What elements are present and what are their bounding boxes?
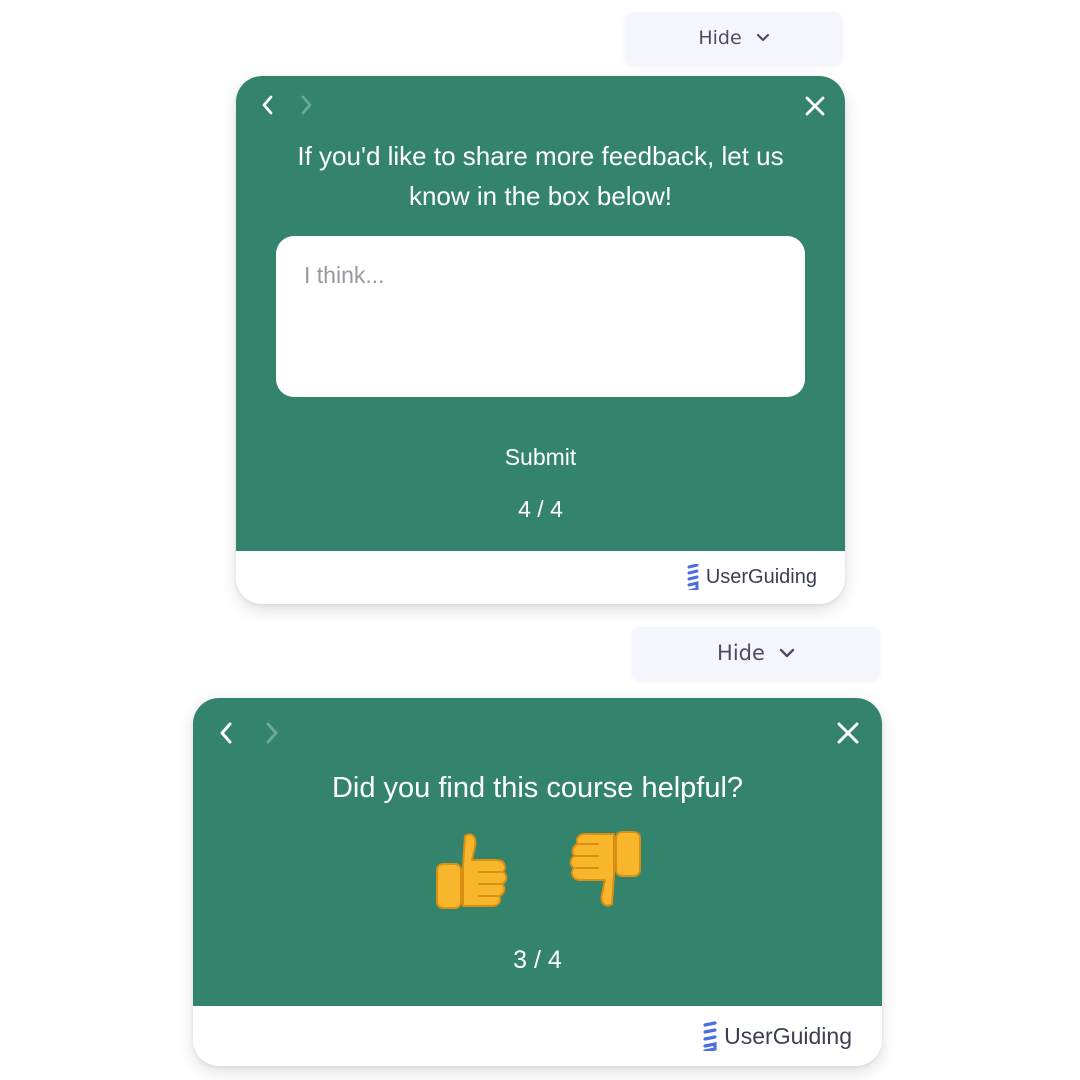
feedback-textbox[interactable] xyxy=(276,236,805,397)
submit-button[interactable]: Submit xyxy=(236,440,845,474)
forward-arrow-icon xyxy=(301,95,312,115)
close-icon[interactable] xyxy=(836,721,860,745)
card-body: If you'd like to share more feedback, le… xyxy=(236,76,845,551)
thumbs-down-icon[interactable] xyxy=(564,830,642,910)
brand-name: UserGuiding xyxy=(724,1022,852,1049)
chevron-down-icon xyxy=(779,648,795,657)
question-title: If you'd like to share more feedback, le… xyxy=(297,141,784,211)
step-counter: 3 / 4 xyxy=(513,946,562,974)
hide-button[interactable]: Hide xyxy=(626,12,842,64)
close-icon[interactable] xyxy=(804,95,826,117)
brand-logo: UserGuiding xyxy=(702,1021,852,1051)
step-counter: 4 / 4 xyxy=(518,496,563,522)
hide-button[interactable]: Hide xyxy=(632,627,880,679)
brand-logo: UserGuiding xyxy=(686,564,817,590)
back-arrow-icon[interactable] xyxy=(216,721,238,745)
feedback-card: If you'd like to share more feedback, le… xyxy=(236,76,845,604)
hide-button-label: Hide xyxy=(698,27,742,49)
rating-card: Did you find this course helpful? 3 / 4 xyxy=(193,698,882,1066)
screen: Hide If you'd like to share more feedbac… xyxy=(0,0,1080,1080)
brand-name: UserGuiding xyxy=(705,565,817,588)
userguiding-logo-icon xyxy=(703,1021,717,1051)
hide-button-label: Hide xyxy=(717,641,765,665)
thumbs-up-icon[interactable] xyxy=(435,830,513,910)
back-arrow-icon[interactable] xyxy=(258,94,278,116)
chevron-down-icon xyxy=(756,33,769,42)
question-title: Did you find this course helpful? xyxy=(331,772,744,804)
card-footer: UserGuiding xyxy=(193,1006,882,1066)
userguiding-logo-icon xyxy=(687,564,699,590)
card-body: Did you find this course helpful? 3 / 4 xyxy=(193,698,882,1006)
forward-arrow-icon xyxy=(266,722,278,744)
card-footer: UserGuiding xyxy=(236,551,845,604)
